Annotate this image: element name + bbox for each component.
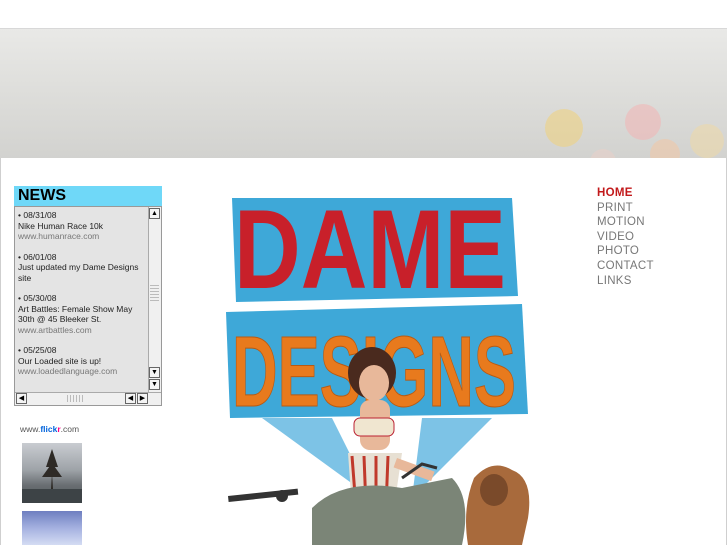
scroll-up-icon[interactable]: ▲ <box>149 208 160 219</box>
news-date: • 08/31/08 <box>18 210 57 220</box>
header-banner <box>0 28 727 159</box>
news-item: • 05/25/08 Our Loaded site is up! www.lo… <box>18 345 148 377</box>
news-item: • 06/01/08 Just updated my Dame Designs … <box>18 252 148 284</box>
nav-print[interactable]: PRINT <box>597 201 654 216</box>
news-date: • 05/30/08 <box>18 293 57 303</box>
flickr-thumbnail[interactable] <box>22 511 82 545</box>
logo-word-dame: DAME <box>234 187 506 312</box>
flickr-fl: flick <box>40 424 58 434</box>
banner-light-spot <box>650 139 680 159</box>
banner-light-spot <box>545 109 583 147</box>
news-date: • 06/01/08 <box>18 251 57 262</box>
nav-home[interactable]: HOME <box>597 186 654 201</box>
news-link[interactable]: www.humanrace.com <box>18 231 148 242</box>
scroll-right-icon[interactable]: ▶ <box>137 393 148 404</box>
news-text: Art Battles: Female Show May 30th @ 45 B… <box>18 303 133 325</box>
flickr-prefix: www. <box>20 424 41 434</box>
nav-links[interactable]: LINKS <box>597 274 654 289</box>
flickr-link[interactable]: www.flickr.com <box>20 424 79 434</box>
tree-silhouette-icon <box>22 449 82 503</box>
news-list: • 08/31/08 Nike Human Race 10k www.human… <box>18 210 148 387</box>
nav-contact[interactable]: CONTACT <box>597 259 654 274</box>
nav-photo[interactable]: PHOTO <box>597 244 654 259</box>
news-text: Our Loaded site is up! <box>18 355 102 366</box>
scroll-down-icon[interactable]: ▼ <box>149 379 160 390</box>
news-text: Just updated my Dame Designs site <box>18 262 139 283</box>
banner-light-spot <box>690 124 724 158</box>
news-header: NEWS <box>14 186 162 206</box>
news-item: • 05/30/08 Art Battles: Female Show May … <box>18 293 148 335</box>
scroll-thumb-grip[interactable] <box>150 285 159 301</box>
news-scroll-panel[interactable]: • 08/31/08 Nike Human Race 10k www.human… <box>14 206 162 406</box>
news-item: • 08/31/08 Nike Human Race 10k www.human… <box>18 210 148 242</box>
news-text: Nike Human Race 10k <box>18 220 104 231</box>
scroll-left-icon[interactable]: ◀ <box>16 393 27 404</box>
flickr-suffix: .com <box>60 424 80 434</box>
news-date: • 05/25/08 <box>18 345 57 355</box>
scroll-down-icon[interactable]: ▼ <box>149 367 160 378</box>
banner-light-spot <box>625 104 661 140</box>
news-link[interactable]: www.loadedlanguage.com <box>18 366 148 377</box>
dame-designs-logo: DAME DESIGNS <box>222 178 552 545</box>
nav-motion[interactable]: MOTION <box>597 215 654 230</box>
horizontal-scrollbar[interactable]: ◀ ◀ ▶ <box>15 392 161 405</box>
nav-video[interactable]: VIDEO <box>597 230 654 245</box>
logo-artwork: DAME DESIGNS <box>226 187 530 545</box>
scroll-thumb-grip[interactable] <box>67 395 83 402</box>
news-title: NEWS <box>18 187 66 204</box>
flickr-thumbnail[interactable] <box>22 443 82 503</box>
dog <box>466 465 530 545</box>
news-link[interactable]: www.artbattles.com <box>18 325 148 336</box>
scroll-left-icon[interactable]: ◀ <box>125 393 136 404</box>
vertical-scrollbar[interactable]: ▲ ▼ ▼ <box>148 207 161 392</box>
main-nav: HOME PRINT MOTION VIDEO PHOTO CONTACT LI… <box>597 186 654 288</box>
